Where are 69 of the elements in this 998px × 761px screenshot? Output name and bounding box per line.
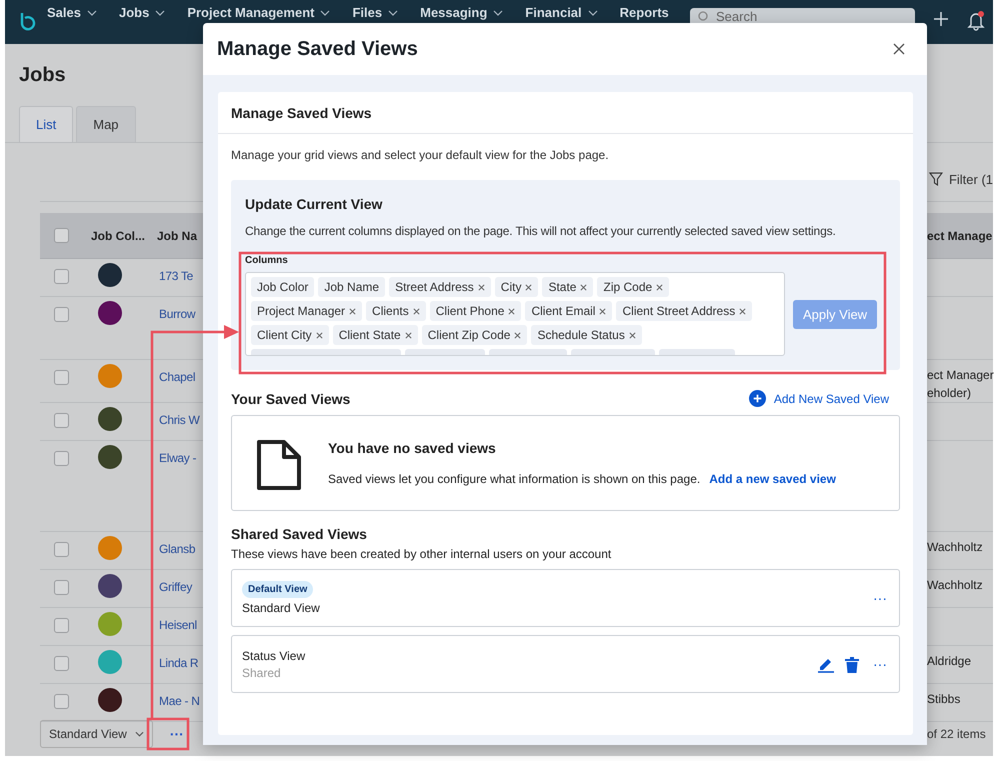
nav-menu-item[interactable]: Jobs bbox=[118, 5, 166, 20]
field-label: Columns bbox=[245, 255, 289, 266]
view-tab[interactable]: Map bbox=[76, 106, 136, 142]
view-note: Shared bbox=[242, 666, 281, 680]
section-title: Update Current View bbox=[245, 196, 384, 212]
job-name-link[interactable]: Glansb bbox=[159, 542, 196, 556]
table-cell-text: ect Manager bbox=[927, 367, 993, 384]
description-text: These views have been created by other internal users on your account bbox=[231, 547, 612, 561]
view-tab[interactable]: List bbox=[19, 106, 74, 142]
card-title: Manage Saved Views bbox=[218, 92, 913, 134]
section-title: Shared Saved Views bbox=[231, 526, 368, 542]
modal-title: Manage Saved Views bbox=[217, 38, 418, 60]
column-tag[interactable]: Schedule Status bbox=[531, 325, 642, 345]
column-header[interactable]: ect Manage bbox=[927, 228, 993, 242]
nav-menu-item[interactable]: Sales bbox=[47, 5, 97, 20]
column-tag[interactable]: Client Street Address bbox=[616, 301, 752, 321]
column-tag[interactable]: Project Manager bbox=[251, 301, 362, 321]
job-name-link[interactable]: Elway - bbox=[159, 451, 196, 465]
table-cell-text: eholder) bbox=[927, 385, 972, 402]
table-cell-text: Wachholtz bbox=[927, 539, 984, 556]
job-name-link[interactable]: Chris W bbox=[159, 413, 200, 427]
column-tag[interactable]: City bbox=[494, 277, 538, 297]
column-tag[interactable]: Client Phone bbox=[430, 301, 522, 321]
column-tag[interactable]: State bbox=[542, 277, 594, 297]
saved-view-item[interactable]: Default View Standard View ··· bbox=[231, 569, 900, 627]
columns-field[interactable]: Job Color Job Name Street Address City State Zip Code Project Manager Clients Client Phone Client Email Client Street Address Client City Client State Client Zip Code Schedule Status bbox=[245, 272, 785, 356]
column-header[interactable]: Job Col... bbox=[91, 228, 157, 242]
job-name-link[interactable]: Linda R bbox=[159, 656, 198, 670]
filter-button[interactable]: Filter (1 bbox=[929, 172, 993, 186]
column-tag[interactable]: Street Address bbox=[389, 277, 491, 297]
job-name-link[interactable]: Griffey bbox=[159, 580, 192, 594]
table-cell-text: Aldridge bbox=[927, 653, 972, 670]
column-tag[interactable]: Client Email bbox=[525, 301, 612, 321]
column-tag[interactable]: Job Color bbox=[251, 277, 314, 297]
default-badge: Default View bbox=[242, 581, 314, 598]
column-tag[interactable]: Client City bbox=[251, 325, 329, 345]
empty-title: You have no saved views bbox=[328, 440, 497, 456]
section-title: Your Saved Views bbox=[231, 390, 350, 406]
job-name-link[interactable]: Mae - N bbox=[159, 694, 200, 708]
job-name-link[interactable]: Heisenl bbox=[159, 618, 197, 632]
item-count: of 22 items bbox=[927, 727, 987, 741]
add-view-link[interactable]: Add New Saved View bbox=[748, 390, 889, 407]
nav-menu-item[interactable]: Reports bbox=[620, 5, 669, 20]
more-button[interactable]: ··· bbox=[873, 656, 887, 672]
nav-menu-item[interactable]: Financial bbox=[525, 5, 598, 20]
view-name: Status View bbox=[242, 648, 306, 662]
column-tag[interactable]: Job Name bbox=[318, 277, 386, 297]
more-button[interactable]: ··· bbox=[873, 590, 887, 606]
job-name-link[interactable]: Chapel bbox=[159, 370, 196, 384]
column-tag[interactable]: Client State bbox=[332, 325, 418, 345]
saved-view-item[interactable]: Status View Shared ··· bbox=[231, 635, 900, 693]
page-title: Jobs bbox=[19, 64, 66, 86]
view-select[interactable]: Standard View bbox=[40, 720, 153, 748]
job-name-link[interactable]: Burrow bbox=[159, 307, 196, 321]
column-tag[interactable]: Clients bbox=[366, 301, 426, 321]
view-name: Standard View bbox=[242, 601, 320, 615]
description-text: Change the current columns displayed on the page. This will not affect your currently selected saved view settings. bbox=[245, 224, 837, 238]
empty-text: Saved views let you configure what information is shown on this page. bbox=[328, 472, 700, 486]
table-cell-text: Stibbs bbox=[927, 691, 962, 708]
table-cell-text: Wachholtz bbox=[927, 577, 984, 594]
nav-menu-item[interactable]: Project Management bbox=[187, 5, 330, 20]
add-view-link[interactable]: Add a new saved view bbox=[709, 472, 836, 486]
job-name-link[interactable]: 173 Te bbox=[159, 269, 194, 283]
nav-menu-item[interactable]: Files bbox=[352, 5, 398, 20]
description-text: Manage your grid views and select your default view for the Jobs page. bbox=[231, 148, 610, 162]
column-tag[interactable]: Zip Code bbox=[597, 277, 670, 297]
column-tag[interactable]: Client Zip Code bbox=[422, 325, 528, 345]
more-button[interactable]: ··· bbox=[164, 722, 189, 746]
nav-menu-item[interactable]: Messaging bbox=[420, 5, 504, 20]
